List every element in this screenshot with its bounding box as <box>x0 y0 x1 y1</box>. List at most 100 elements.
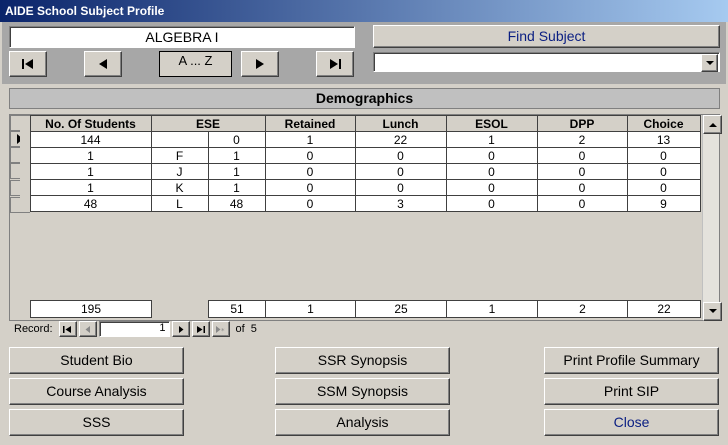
cell-ese-code[interactable] <box>150 131 209 148</box>
previous-record-icon <box>99 59 107 69</box>
cell-choice[interactable]: 13 <box>626 131 701 148</box>
column-header-retained[interactable]: Retained <box>264 115 356 132</box>
new-record-icon: * <box>215 325 225 333</box>
ssm-synopsis-button[interactable]: SSM Synopsis <box>275 378 450 405</box>
record-navigator: Record: 1 * of 5 <box>14 321 257 337</box>
cell-lunch[interactable]: 0 <box>354 179 447 196</box>
cell-choice[interactable]: 0 <box>626 147 701 164</box>
cell-lunch[interactable]: 0 <box>354 163 447 180</box>
record-new-button[interactable]: * <box>211 321 230 337</box>
cell-retained[interactable]: 0 <box>264 147 356 164</box>
next-record-icon <box>256 59 264 69</box>
column-header-esol[interactable]: ESOL <box>445 115 538 132</box>
course-analysis-button[interactable]: Course Analysis <box>9 378 184 405</box>
totals-row: 195 51 1 25 1 2 22 <box>30 300 701 318</box>
total-dpp: 2 <box>537 300 628 318</box>
last-record-button[interactable] <box>316 51 354 77</box>
cell-retained[interactable]: 0 <box>264 195 356 212</box>
total-ese: 51 <box>208 300 266 318</box>
chevron-up-icon <box>708 123 717 127</box>
table-row: 144 0 1 22 1 2 13 <box>20 131 701 148</box>
close-button[interactable]: Close <box>544 409 719 436</box>
a-to-z-button[interactable]: A ... Z <box>159 51 232 77</box>
cell-retained[interactable]: 0 <box>264 163 356 180</box>
first-record-button[interactable] <box>9 51 47 77</box>
cell-students[interactable]: 1 <box>29 179 152 196</box>
scroll-down-button[interactable] <box>703 302 722 321</box>
cell-students[interactable]: 1 <box>29 163 152 180</box>
subject-name-field[interactable]: ALGEBRA I <box>9 26 355 48</box>
cell-dpp[interactable]: 2 <box>536 131 628 148</box>
subject-dropdown[interactable] <box>373 52 720 72</box>
cell-esol[interactable]: 0 <box>445 163 538 180</box>
column-header-students[interactable]: No. Of Students <box>29 115 152 132</box>
total-lunch: 25 <box>355 300 447 318</box>
table-row: 1 F 1 0 0 0 0 0 <box>20 147 701 164</box>
record-total: 5 <box>250 323 257 335</box>
svg-text:*: * <box>221 327 225 333</box>
column-header-ese[interactable]: ESE <box>150 115 266 132</box>
cell-lunch[interactable]: 3 <box>354 195 447 212</box>
table-header-row: No. Of Students ESE Retained Lunch ESOL … <box>20 115 701 132</box>
cell-dpp[interactable]: 0 <box>536 147 628 164</box>
total-gap <box>151 300 209 318</box>
cell-esol[interactable]: 0 <box>445 179 538 196</box>
cell-ese-code[interactable]: L <box>150 195 209 212</box>
record-first-button[interactable] <box>58 321 77 337</box>
cell-ese[interactable]: 1 <box>207 179 266 196</box>
cell-lunch[interactable]: 22 <box>354 131 447 148</box>
chevron-down-icon <box>705 60 714 65</box>
cell-choice[interactable]: 9 <box>626 195 701 212</box>
vertical-scrollbar[interactable] <box>702 115 722 321</box>
cell-ese-code[interactable]: K <box>150 179 209 196</box>
record-next-button[interactable] <box>171 321 190 337</box>
cell-students[interactable]: 1 <box>29 147 152 164</box>
column-header-lunch[interactable]: Lunch <box>354 115 447 132</box>
table-row: 1 J 1 0 0 0 0 0 <box>20 163 701 180</box>
analysis-button[interactable]: Analysis <box>275 409 450 436</box>
cell-retained[interactable]: 1 <box>264 131 356 148</box>
column-header-choice[interactable]: Choice <box>626 115 701 132</box>
student-bio-button[interactable]: Student Bio <box>9 347 184 374</box>
cell-esol[interactable]: 0 <box>445 195 538 212</box>
cell-ese[interactable]: 0 <box>207 131 266 148</box>
print-profile-summary-button[interactable]: Print Profile Summary <box>544 347 719 374</box>
cell-ese-code[interactable]: J <box>150 163 209 180</box>
cell-choice[interactable]: 0 <box>626 179 701 196</box>
window-title: AIDE School Subject Profile <box>0 0 728 22</box>
cell-dpp[interactable]: 0 <box>536 195 628 212</box>
cell-retained[interactable]: 0 <box>264 179 356 196</box>
demographics-header: Demographics <box>9 88 720 109</box>
cell-esol[interactable]: 0 <box>445 147 538 164</box>
next-record-button[interactable] <box>241 51 279 77</box>
chevron-down-icon <box>708 309 717 313</box>
cell-dpp[interactable]: 0 <box>536 163 628 180</box>
record-previous-button[interactable] <box>78 321 97 337</box>
cell-dpp[interactable]: 0 <box>536 179 628 196</box>
first-record-icon <box>63 325 72 333</box>
cell-esol[interactable]: 1 <box>445 131 538 148</box>
cell-ese[interactable]: 1 <box>207 147 266 164</box>
record-number-input[interactable]: 1 <box>98 321 170 337</box>
previous-record-button[interactable] <box>84 51 122 77</box>
cell-lunch[interactable]: 0 <box>354 147 447 164</box>
find-subject-button[interactable]: Find Subject <box>373 25 720 48</box>
table-row: 48 L 48 0 3 0 0 9 <box>20 195 701 212</box>
total-choice: 22 <box>627 300 701 318</box>
record-of-label: of <box>235 323 245 335</box>
total-retained: 1 <box>265 300 356 318</box>
cell-ese[interactable]: 1 <box>207 163 266 180</box>
ssr-synopsis-button[interactable]: SSR Synopsis <box>275 347 450 374</box>
scroll-up-button[interactable] <box>703 115 722 134</box>
column-header-dpp[interactable]: DPP <box>536 115 628 132</box>
record-label: Record: <box>14 323 53 335</box>
print-sip-button[interactable]: Print SIP <box>544 378 719 405</box>
sss-button[interactable]: SSS <box>9 409 184 436</box>
cell-choice[interactable]: 0 <box>626 163 701 180</box>
cell-students[interactable]: 48 <box>29 195 152 212</box>
cell-ese-code[interactable]: F <box>150 147 209 164</box>
record-last-button[interactable] <box>191 321 210 337</box>
cell-students[interactable]: 144 <box>29 131 152 148</box>
dropdown-arrow-button[interactable] <box>701 54 718 72</box>
cell-ese[interactable]: 48 <box>207 195 266 212</box>
